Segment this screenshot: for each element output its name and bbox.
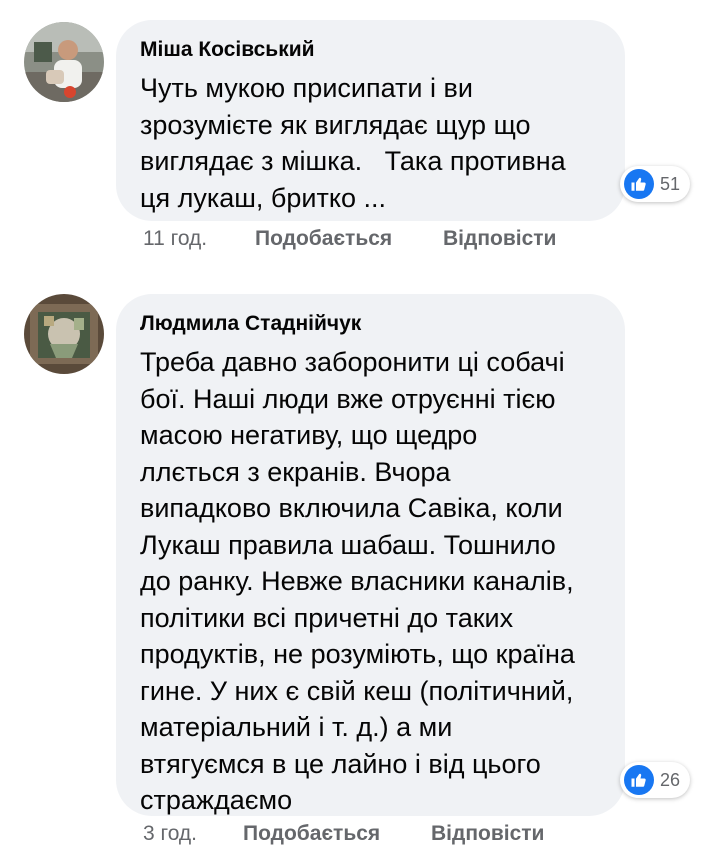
comment-text: Чуть мукою присипати і ви зрозумієте як … <box>140 73 566 213</box>
reply-button[interactable]: Відповісти <box>443 227 556 251</box>
reaction-count: 26 <box>659 769 680 790</box>
comment-text: Треба давно заборонити ці собачі бої. На… <box>140 347 575 815</box>
avatar[interactable] <box>24 294 104 374</box>
comment-actions: 3 год. Подобається Відповісти <box>143 822 544 846</box>
like-button[interactable]: Подобається <box>243 822 431 846</box>
reply-button[interactable]: Відповісти <box>431 822 544 846</box>
like-thumbs-up-icon <box>624 765 654 795</box>
like-button[interactable]: Подобається <box>255 227 443 251</box>
avatar[interactable] <box>24 22 104 102</box>
comment-author[interactable]: Людмила Стаднійчук <box>140 310 601 338</box>
comment-bubble: Міша Косівський Чуть мукою присипати і в… <box>116 20 625 221</box>
comment-time[interactable]: 3 год. <box>143 822 243 846</box>
reaction-badge[interactable]: 26 <box>620 762 690 798</box>
like-thumbs-up-icon <box>624 169 654 199</box>
comment-actions: 11 год. Подобається Відповісти <box>143 227 556 251</box>
comment-author[interactable]: Міша Косівський <box>140 36 601 64</box>
reaction-badge[interactable]: 51 <box>620 166 690 202</box>
comment-bubble: Людмила Стаднійчук Треба давно заборонит… <box>116 294 625 816</box>
reaction-count: 51 <box>659 173 680 194</box>
comment-time[interactable]: 11 год. <box>143 227 255 251</box>
